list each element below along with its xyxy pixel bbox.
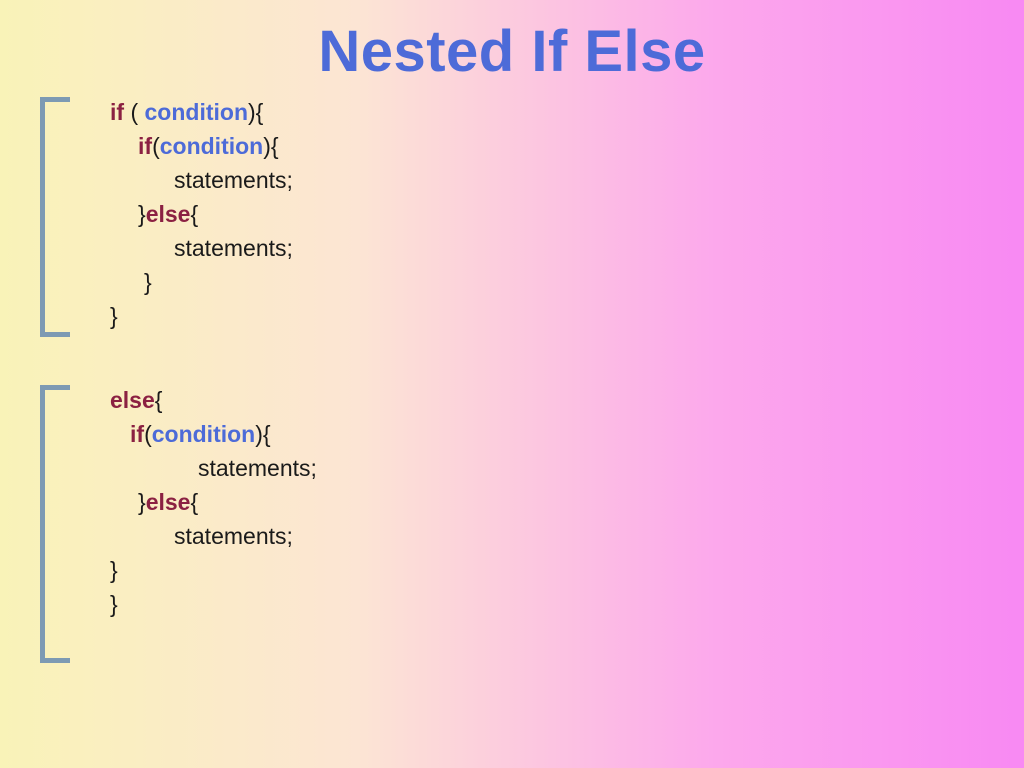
code-text: }	[138, 201, 146, 227]
keyword-if: if	[130, 421, 144, 447]
code-block-else: else{ if(condition){ statements; }else{ …	[110, 383, 317, 621]
code-line: }else{	[110, 197, 293, 231]
code-line: }	[110, 299, 293, 333]
keyword-if: if	[110, 99, 124, 125]
code-text: }	[138, 489, 146, 515]
code-text: statements;	[198, 455, 317, 481]
keyword-else: else	[110, 387, 155, 413]
condition-text: condition	[145, 99, 248, 125]
condition-text: condition	[152, 421, 255, 447]
code-text: statements;	[174, 523, 293, 549]
code-line: }	[110, 587, 317, 621]
code-text: (	[152, 133, 160, 159]
code-text: statements;	[174, 235, 293, 261]
code-text: }	[110, 591, 118, 617]
code-text: (	[144, 421, 152, 447]
code-block-if: if ( condition){ if(condition){ statemen…	[110, 95, 293, 333]
code-line: statements;	[110, 163, 293, 197]
keyword-if: if	[138, 133, 152, 159]
code-text: {	[190, 489, 198, 515]
code-line: if(condition){	[110, 129, 293, 163]
code-text: statements;	[174, 167, 293, 193]
condition-text: condition	[160, 133, 263, 159]
code-line: }else{	[110, 485, 317, 519]
code-line: if ( condition){	[110, 95, 293, 129]
code-text: ){	[255, 421, 270, 447]
bracket-icon	[40, 97, 70, 337]
code-line: statements;	[110, 519, 317, 553]
code-line: statements;	[110, 231, 293, 265]
code-text: {	[190, 201, 198, 227]
code-text: ){	[263, 133, 278, 159]
keyword-else: else	[146, 201, 191, 227]
code-text: }	[144, 269, 152, 295]
code-text: }	[110, 303, 118, 329]
keyword-else: else	[146, 489, 191, 515]
code-text: }	[110, 557, 118, 583]
code-line: if(condition){	[110, 417, 317, 451]
code-text: (	[124, 99, 144, 125]
code-text: {	[155, 387, 163, 413]
code-line: }	[110, 553, 317, 587]
bracket-icon	[40, 385, 70, 663]
page-title: Nested If Else	[0, 0, 1024, 85]
code-line: else{	[110, 383, 317, 417]
code-line: statements;	[110, 451, 317, 485]
code-text: ){	[248, 99, 263, 125]
code-line: }	[110, 265, 293, 299]
